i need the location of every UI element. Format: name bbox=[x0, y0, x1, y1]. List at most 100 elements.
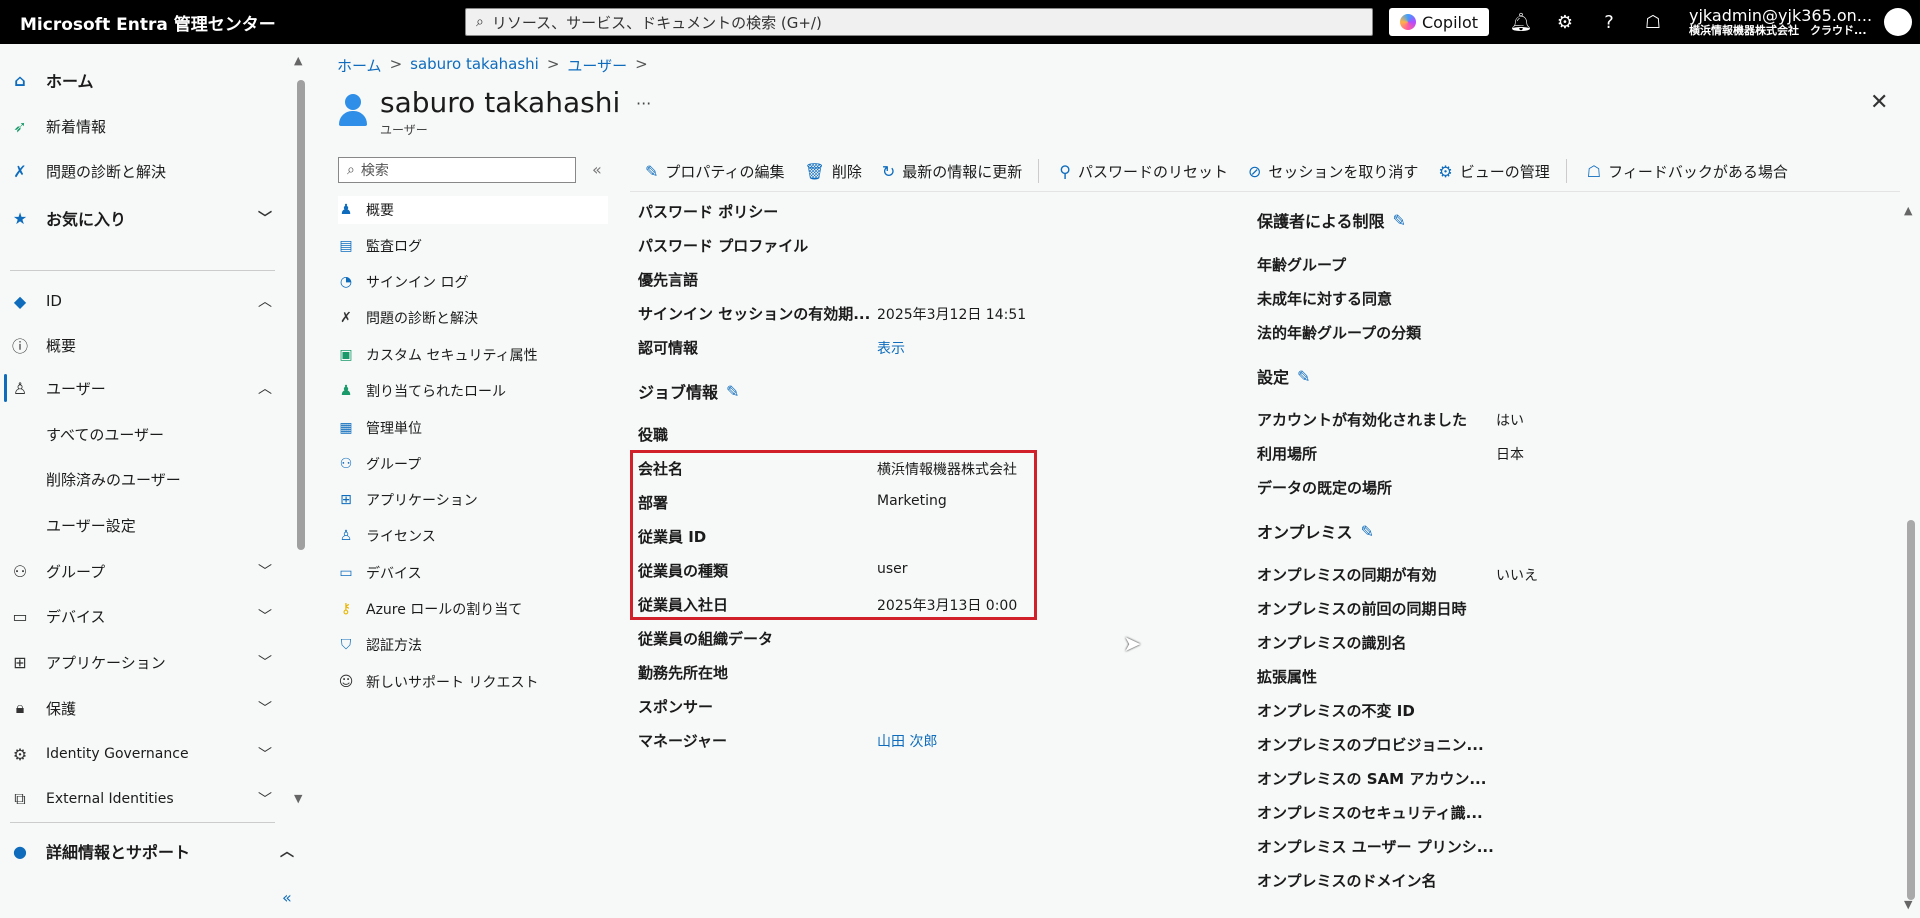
toolbar-divider-line bbox=[630, 191, 1900, 192]
pencil-icon[interactable]: ✎ bbox=[1297, 367, 1310, 386]
nav-applications-label: アプリケーション bbox=[46, 653, 166, 672]
nav-deleted-users[interactable]: 削除済みのユーザー bbox=[0, 462, 290, 496]
scroll-down-icon[interactable]: ▼ bbox=[1904, 898, 1912, 911]
authorization-view-link[interactable]: 表示 bbox=[877, 338, 905, 358]
content-scrollbar[interactable] bbox=[1907, 520, 1915, 900]
refresh-icon: ↻ bbox=[881, 161, 896, 181]
revoke-sessions-button[interactable]: ⊘ セッションを取り消す bbox=[1248, 161, 1418, 182]
breadcrumb-users[interactable]: ユーザー bbox=[567, 55, 627, 76]
nav-external-identities[interactable]: ⧉ External Identities ﹀ bbox=[0, 782, 290, 816]
nav-devices[interactable]: ▭ デバイス ﹀ bbox=[0, 599, 290, 633]
nav-groups[interactable]: ⚇ グループ ﹀ bbox=[0, 554, 290, 588]
prop-data-location: データの既定の場所 bbox=[1257, 479, 1393, 497]
manager-link[interactable]: 山田 次郎 bbox=[877, 731, 937, 751]
nav-diagnose[interactable]: ✗ 問題の診断と解決 bbox=[0, 154, 290, 188]
collapse-submenu-icon[interactable]: « bbox=[592, 160, 602, 179]
home-icon: ⌂ bbox=[14, 70, 26, 90]
menu-admin-units[interactable]: ▦ 管理単位 bbox=[338, 414, 422, 442]
nav-users[interactable]: ♙ ユーザー ︿ bbox=[0, 371, 290, 405]
chevron-down-icon: ﹀ bbox=[258, 701, 272, 717]
refresh-label: 最新の情報に更新 bbox=[902, 162, 1023, 181]
menu-diagnose[interactable]: ✗ 問題の診断と解決 bbox=[338, 304, 478, 332]
avatar[interactable] bbox=[1884, 8, 1912, 36]
menu-auth-methods[interactable]: ⛉ 認証方法 bbox=[338, 631, 422, 659]
person-support-icon: ● bbox=[13, 841, 27, 861]
gear-icon[interactable]: ⚙ bbox=[1543, 12, 1587, 33]
menu-audit-logs-label: 監査ログ bbox=[366, 239, 422, 255]
pencil-icon[interactable]: ✎ bbox=[726, 382, 739, 401]
prop-manager-label: マネージャー bbox=[638, 732, 727, 750]
submenu-search-placeholder: 検索 bbox=[360, 163, 389, 179]
help-icon[interactable]: ? bbox=[1587, 12, 1631, 33]
global-search-input[interactable]: ⌕ リソース、サービス、ドキュメントの検索 (G+/) bbox=[465, 8, 1373, 36]
manage-view-button[interactable]: ⚙ ビューの管理 bbox=[1438, 161, 1549, 182]
nav-all-users[interactable]: すべてのユーザー bbox=[0, 417, 290, 451]
nav-id[interactable]: ◆ ID ︿ bbox=[0, 284, 290, 318]
nav-favorites[interactable]: ★ お気に入り ﹀ bbox=[0, 201, 290, 235]
device-icon: ▭ bbox=[12, 606, 28, 626]
nav-learn-support-label: 詳細情報とサポート bbox=[46, 843, 191, 862]
menu-custom-security[interactable]: ▣ カスタム セキュリティ属性 bbox=[338, 341, 537, 369]
nav-learn-support[interactable]: ● 詳細情報とサポート ︿ bbox=[0, 834, 294, 868]
nav-overview[interactable]: ⓘ 概要 bbox=[0, 328, 290, 362]
nav-identity-governance[interactable]: ⚙ Identity Governance ﹀ bbox=[0, 737, 290, 771]
brand-title[interactable]: Microsoft Entra 管理センター bbox=[0, 10, 465, 35]
more-options-icon[interactable]: ··· bbox=[636, 94, 651, 113]
copilot-label: Copilot bbox=[1421, 12, 1479, 32]
menu-audit-logs[interactable]: ▤ 監査ログ bbox=[338, 232, 422, 260]
feedback-icon[interactable]: ☖ bbox=[1631, 12, 1675, 33]
feedback-button[interactable]: ☖ フィードバックがある場合 bbox=[1587, 161, 1788, 182]
chevron-down-icon: ﹀ bbox=[258, 564, 272, 580]
log-icon: ▤ bbox=[339, 238, 353, 254]
menu-applications[interactable]: ⊞ アプリケーション bbox=[338, 486, 478, 514]
breadcrumb-home[interactable]: ホーム bbox=[337, 55, 382, 76]
menu-signin-logs[interactable]: ◔ サインイン ログ bbox=[338, 268, 469, 296]
pencil-icon[interactable]: ✎ bbox=[1361, 522, 1374, 541]
settings-section-title: 設定 ✎ bbox=[1257, 364, 1310, 388]
submenu-search-input[interactable]: ⌕ 検索 bbox=[338, 157, 576, 183]
close-icon[interactable]: ✕ bbox=[1870, 90, 1888, 115]
support-icon: ☺ bbox=[338, 674, 354, 690]
account-menu[interactable]: yjkadmin@yjk365.on... 横浜情報機器株式会社 クラウド... bbox=[1689, 7, 1872, 37]
refresh-button[interactable]: ↻ 最新の情報に更新 bbox=[882, 161, 1022, 182]
nav-whats-new[interactable]: ➶ 新着情報 bbox=[0, 109, 290, 143]
pencil-icon[interactable]: ✎ bbox=[1393, 211, 1406, 230]
nav-deleted-users-label: 削除済みのユーザー bbox=[46, 470, 181, 489]
menu-groups-label: グループ bbox=[366, 457, 422, 473]
chevron-up-icon: ︿ bbox=[258, 381, 272, 397]
reset-password-button[interactable]: ⚲ パスワードのリセット bbox=[1059, 161, 1228, 182]
chevron-down-icon: ﹀ bbox=[258, 609, 272, 625]
prop-org-data: 従業員の組織データ bbox=[638, 630, 774, 648]
settings-title-text: 設定 bbox=[1257, 368, 1290, 387]
bell-icon[interactable]: 🔔︎ bbox=[1499, 12, 1543, 33]
nav-user-settings[interactable]: ユーザー設定 bbox=[0, 508, 290, 542]
prop-onprem-sync-label: オンプレミスの同期が有効 bbox=[1257, 566, 1437, 584]
menu-azure-roles[interactable]: ⚷ Azure ロールの割り当て bbox=[338, 595, 522, 623]
edit-properties-button[interactable]: ✎ プロパティの編集 bbox=[645, 161, 785, 182]
prop-legal-age: 法的年齢グループの分類 bbox=[1257, 324, 1422, 342]
copilot-button[interactable]: Copilot bbox=[1389, 8, 1489, 36]
nav-scroll-up-icon[interactable]: ▲ bbox=[294, 54, 302, 67]
nav-all-users-label: すべてのユーザー bbox=[46, 425, 165, 444]
menu-licenses[interactable]: ♙ ライセンス bbox=[338, 522, 436, 550]
nav-scroll-down-icon[interactable]: ▼ bbox=[294, 792, 302, 805]
group-icon: ⚇ bbox=[339, 456, 353, 472]
prop-onprem-domain: オンプレミスのドメイン名 bbox=[1257, 872, 1437, 890]
edit-properties-label: プロパティの編集 bbox=[665, 162, 785, 181]
breadcrumb-user[interactable]: saburo takahashi bbox=[410, 55, 539, 76]
menu-admin-units-label: 管理単位 bbox=[366, 421, 422, 437]
delete-button[interactable]: 🗑︎ 削除 bbox=[805, 161, 862, 182]
scroll-up-icon[interactable]: ▲ bbox=[1904, 204, 1912, 217]
menu-support-request[interactable]: ☺ 新しいサポート リクエスト bbox=[338, 668, 539, 696]
apps-icon: ⊞ bbox=[13, 652, 27, 672]
menu-assigned-roles[interactable]: ♟ 割り当てられたロール bbox=[338, 377, 506, 405]
nav-protection[interactable]: 🔒︎ 保護 ﹀ bbox=[0, 691, 290, 725]
page-subtitle: ユーザー bbox=[380, 123, 428, 137]
menu-overview[interactable]: ♟ 概要 bbox=[338, 196, 608, 224]
nav-applications[interactable]: ⊞ アプリケーション ﹀ bbox=[0, 645, 290, 679]
menu-devices[interactable]: ▭ デバイス bbox=[338, 559, 421, 587]
menu-groups[interactable]: ⚇ グループ bbox=[338, 450, 421, 478]
collapse-nav-icon[interactable]: « bbox=[282, 888, 292, 907]
nav-home[interactable]: ⌂ ホーム bbox=[0, 63, 290, 97]
nav-scrollbar[interactable] bbox=[297, 80, 305, 550]
